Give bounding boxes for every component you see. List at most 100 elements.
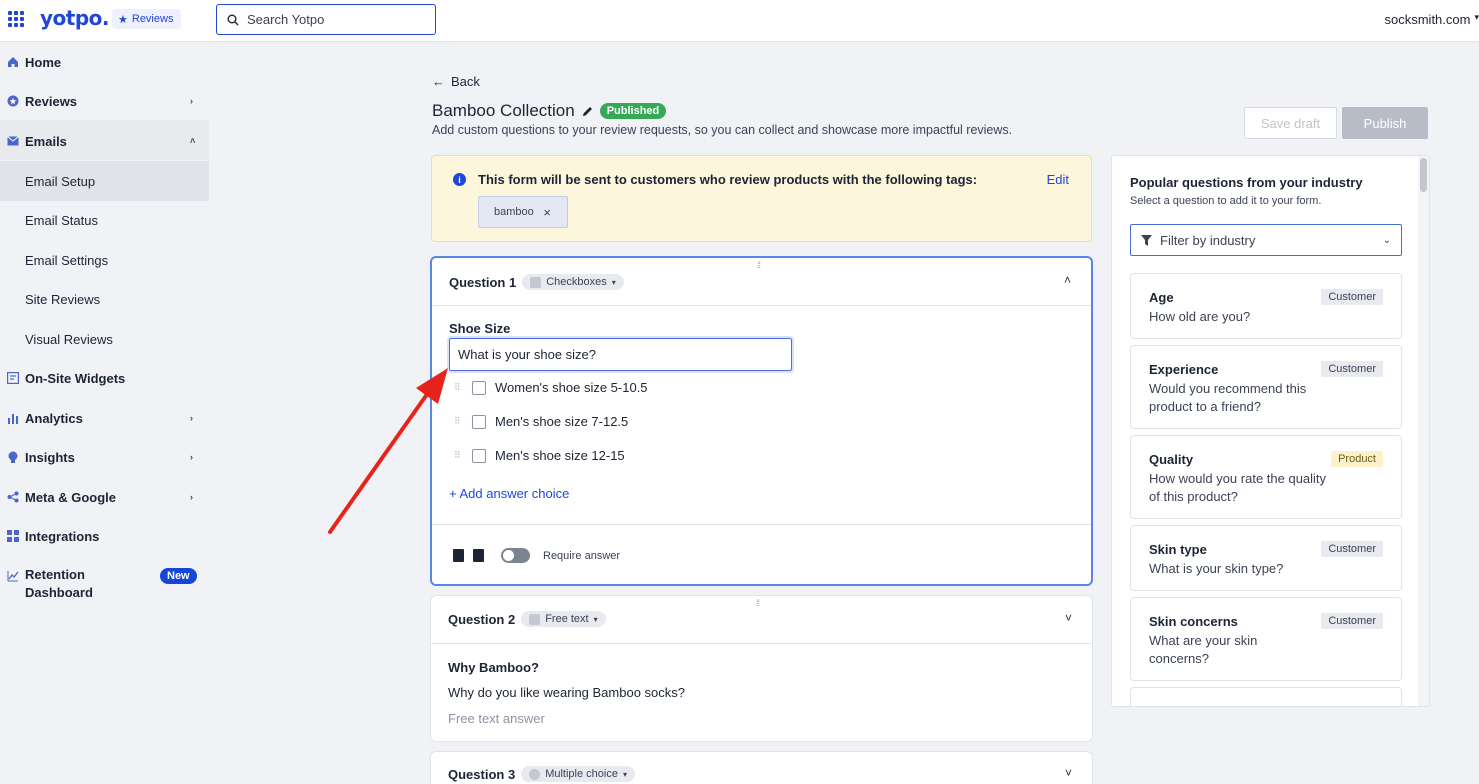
account-menu[interactable]: socksmith.com ▾ [1385,12,1479,27]
chevron-right-icon: › [190,413,193,423]
answer-choice[interactable]: ⠿ Men's shoe size 12-15 [454,448,625,463]
star-icon: ★ [118,13,128,26]
question-header: Question 3 Multiple choice ▾ [448,766,635,782]
require-answer-toggle[interactable] [501,548,530,563]
new-badge: New [160,568,197,584]
question-card-1[interactable]: ⁞⁞ Question 1 Checkboxes ▾ ˄ Shoe Size ⠿… [430,256,1093,586]
back-link[interactable]: ← Back [432,74,480,89]
home-icon [6,56,19,69]
search-input[interactable] [247,12,417,27]
choice-label: Men's shoe size 12-15 [495,448,625,463]
sidebar-label: Meta & Google [25,489,117,505]
chevron-right-icon: › [190,96,193,106]
sidebar-item-reviews[interactable]: ★ Reviews › [0,81,209,121]
chevron-down-icon: ▾ [1474,12,1479,22]
app-switcher-icon[interactable] [8,11,24,27]
sidebar-item-emails[interactable]: Emails ˄ [0,121,209,161]
panel-subtitle: Select a question to add it to your form… [1130,195,1322,207]
scrollbar[interactable] [1418,156,1429,706]
question-heading: Question 3 [448,766,516,782]
tag-notice: i This form will be sent to customers wh… [431,155,1092,242]
page-title: Bamboo Collection Published [432,101,667,121]
sidebar-item-email-setup[interactable]: Email Setup [0,161,209,201]
close-icon[interactable]: × [543,205,551,220]
pencil-icon[interactable] [581,105,594,118]
collapse-chevron-icon[interactable]: ˄ [1064,273,1071,287]
drag-handle-icon[interactable]: ⁞⁞ [756,598,760,608]
popular-questions-panel: Popular questions from your industry Sel… [1111,155,1430,707]
add-answer-choice-link[interactable]: + Add answer choice [449,486,569,501]
suggestion-badge: Customer [1321,541,1383,557]
sidebar-item-home[interactable]: Home [0,42,209,82]
question-title: Why Bamboo? [448,660,539,675]
product-switcher[interactable]: ★ Reviews [112,9,182,29]
sidebar-label-line1: Retention [25,567,85,582]
filter-placeholder: Filter by industry [1160,232,1256,248]
trash-icon[interactable] [473,549,484,562]
suggestion-badge: Product [1331,451,1383,467]
checkbox[interactable] [472,414,486,429]
suggestion-title: Skin type [1149,542,1207,557]
sidebar-item-email-status[interactable]: Email Status [0,200,209,240]
sidebar-item-site-reviews[interactable]: Site Reviews [0,279,209,319]
suggested-question[interactable]: Skin type What is your skin type? Custom… [1130,525,1402,591]
expand-chevron-icon[interactable]: ˅ [1065,766,1072,780]
sidebar: Home ★ Reviews › Emails ˄ Email Setup Em… [0,42,209,784]
annotation-arrow [328,368,448,534]
question-input[interactable] [447,336,794,373]
question-type-dropdown[interactable]: Free text ▾ [521,611,606,627]
sidebar-item-on-site-widgets[interactable]: On-Site Widgets [0,358,209,398]
answer-choice[interactable]: ⠿ Women's shoe size 5-10.5 [454,380,648,395]
checkbox[interactable] [472,448,486,463]
product-label: Reviews [131,13,174,25]
sidebar-label: Emails [25,133,67,149]
question-heading: Question 2 [448,611,516,627]
sidebar-item-visual-reviews[interactable]: Visual Reviews [0,319,209,359]
publish-button[interactable]: Publish [1342,107,1428,139]
suggestion-badge: Customer [1321,613,1383,629]
sidebar-item-meta-google[interactable]: Meta & Google › [0,477,209,517]
sidebar-label: Insights [25,449,75,465]
suggestion-badge: Customer [1321,361,1383,377]
chevron-right-icon: › [190,492,193,502]
search-box[interactable] [216,4,436,35]
edit-link[interactable]: Edit [1047,172,1069,187]
sidebar-item-analytics[interactable]: Analytics › [0,398,209,438]
suggestion-desc: What are your skin concerns? [1149,633,1258,666]
question-text: Why do you like wearing Bamboo socks? [448,685,686,700]
scrollbar-thumb[interactable] [1420,158,1427,192]
expand-chevron-icon[interactable]: ˅ [1065,611,1072,625]
sidebar-item-insights[interactable]: Insights › [0,437,209,477]
choice-label: Men's shoe size 7-12.5 [495,414,629,429]
chevron-up-icon: ˄ [190,136,196,146]
question-card-3[interactable]: Question 3 Multiple choice ▾ ˅ [430,751,1093,784]
question-type-label: Checkboxes [546,276,607,288]
suggested-question[interactable]: Age How old are you? Customer [1130,273,1402,339]
suggestion-desc: How would you rate the quality of this p… [1149,471,1327,504]
answer-choice[interactable]: ⠿ Men's shoe size 7-12.5 [454,414,628,429]
suggested-question[interactable] [1130,687,1402,706]
info-icon: i [453,173,466,186]
question-footer: Require answer [453,548,620,563]
sidebar-item-email-settings[interactable]: Email Settings [0,240,209,280]
duplicate-icon[interactable] [453,549,464,562]
suggestion-badge: Customer [1321,289,1383,305]
question-type-label: Free text [545,613,589,625]
save-draft-button[interactable]: Save draft [1244,107,1337,139]
suggested-question[interactable]: Quality How would you rate the quality o… [1130,435,1402,519]
answer-placeholder: Free text answer [448,711,545,726]
question-type-dropdown[interactable]: Multiple choice ▾ [521,766,635,782]
suggested-question[interactable]: Skin concerns What are your skin concern… [1130,597,1402,681]
industry-filter-dropdown[interactable]: Filter by industry ⌄ [1130,224,1402,256]
sidebar-item-integrations[interactable]: Integrations [0,516,209,556]
suggested-question[interactable]: Experience Would you recommend this prod… [1130,345,1402,429]
checkbox[interactable] [472,380,486,395]
page-subtitle: Add custom questions to your review requ… [432,123,1013,137]
back-label: Back [451,74,480,89]
grid-icon [6,530,19,543]
sidebar-label-line2: Dashboard [25,585,93,600]
drag-handle-icon[interactable]: ⁞⁞ [757,260,761,270]
yotpo-logo[interactable]: yotpo. [40,6,110,30]
question-card-2[interactable]: ⁞⁞ Question 2 Free text ▾ ˅ Why Bamboo? … [430,595,1093,742]
question-type-dropdown[interactable]: Checkboxes ▾ [522,274,624,290]
